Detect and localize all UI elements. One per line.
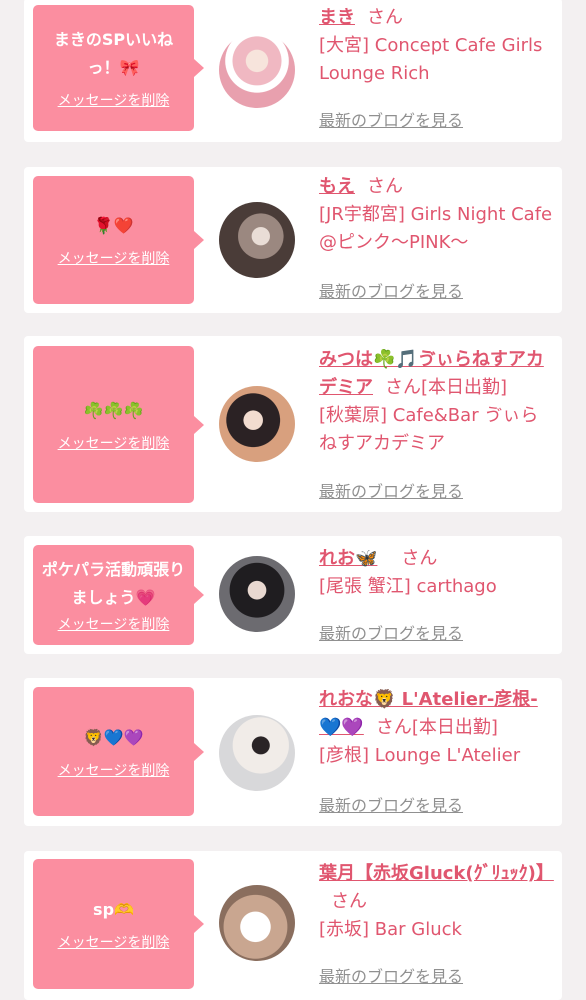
message-card: ポケパラ活動頑張りましょう💗 メッセージを削除 れお🦋 さん [尾張 蟹江] ca… — [24, 536, 562, 654]
shop-name: [尾張 蟹江] carthago — [319, 576, 497, 597]
shop-name: [秋葉原] Cafe&Bar ゔぃらねすアカデミア — [319, 405, 539, 454]
name-line: 葉月【赤坂Gluck(ｸﾞﾘｭｯｸ)】さん — [319, 860, 555, 916]
avatar[interactable] — [219, 202, 295, 278]
delete-message-link[interactable]: メッセージを削除 — [58, 616, 170, 634]
message-bubble: ポケパラ活動頑張りましょう💗 メッセージを削除 — [33, 545, 204, 645]
message-card: ☘️☘️☘️ メッセージを削除 みつは☘️🎵ゔぃらねすアカデミア さん[本日出勤]… — [24, 336, 562, 512]
profile-info: まき さん [大宮] Concept Cafe Girls Lounge Rich — [319, 4, 555, 88]
message-text: まきのSPいいね っ！🎀 — [53, 30, 174, 77]
name-line: もえ さん — [319, 173, 555, 201]
message-bubble: まきのSPいいね っ！🎀 メッセージを削除 — [33, 5, 204, 131]
avatar[interactable] — [219, 556, 295, 632]
message-text: ☘️☘️☘️ — [83, 400, 144, 420]
message-card: sp🫶 メッセージを削除 葉月【赤坂Gluck(ｸﾞﾘｭｯｸ)】さん [赤坂] … — [24, 851, 562, 1000]
latest-blog-link[interactable]: 最新のブログを見る — [319, 278, 463, 302]
avatar[interactable] — [219, 885, 295, 961]
cast-name-link[interactable]: れお🦋 — [319, 548, 377, 569]
cast-name-link[interactable]: 葉月【赤坂Gluck(ｸﾞﾘｭｯｸ)】 — [319, 863, 554, 884]
shop-name: [JR宇都宮] Girls Night Cafe @ピンク〜PINK〜 — [319, 204, 553, 253]
latest-blog-link[interactable]: 最新のブログを見る — [319, 620, 463, 644]
shop-name: [赤坂] Bar Gluck — [319, 919, 462, 940]
delete-message-link[interactable]: メッセージを削除 — [58, 435, 170, 453]
message-text: 🦁💙💜 — [83, 727, 144, 747]
honorific: さん[本日出勤] — [375, 717, 498, 738]
profile-info: れおな🦁 L'Atelier-彦根-💙💜 さん[本日出勤] [彦根] Lounge… — [319, 686, 555, 770]
delete-message-link[interactable]: メッセージを削除 — [58, 92, 170, 110]
delete-message-link[interactable]: メッセージを削除 — [58, 934, 170, 952]
avatar[interactable] — [219, 32, 295, 108]
message-text: sp🫶 — [93, 900, 134, 919]
latest-blog-link[interactable]: 最新のブログを見る — [319, 107, 463, 131]
cast-name-link[interactable]: もえ — [319, 176, 355, 197]
profile-info: 葉月【赤坂Gluck(ｸﾞﾘｭｯｸ)】さん [赤坂] Bar Gluck — [319, 860, 555, 944]
message-bubble: ☘️☘️☘️ メッセージを削除 — [33, 346, 204, 503]
profile-info: れお🦋 さん [尾張 蟹江] carthago — [319, 545, 555, 601]
honorific: さん[本日出勤] — [385, 377, 508, 398]
message-text: 🌹❤️ — [93, 216, 134, 235]
shop-name: [大宮] Concept Cafe Girls Lounge Rich — [319, 35, 543, 84]
profile-info: みつは☘️🎵ゔぃらねすアカデミア さん[本日出勤] [秋葉原] Cafe&Bar … — [319, 346, 555, 458]
honorific: さん — [367, 176, 403, 197]
name-line: れお🦋 さん — [319, 545, 555, 573]
message-text: ポケパラ活動頑張りましょう💗 — [41, 560, 186, 607]
profile-info: もえ さん [JR宇都宮] Girls Night Cafe @ピンク〜PINK〜 — [319, 173, 555, 257]
delete-message-link[interactable]: メッセージを削除 — [58, 250, 170, 268]
message-card: 🌹❤️ メッセージを削除 もえ さん [JR宇都宮] Girls Night Ca… — [24, 167, 562, 313]
honorific: さん — [401, 548, 438, 569]
delete-message-link[interactable]: メッセージを削除 — [58, 762, 170, 780]
name-line: みつは☘️🎵ゔぃらねすアカデミア さん[本日出勤] — [319, 346, 555, 402]
latest-blog-link[interactable]: 最新のブログを見る — [319, 963, 463, 987]
honorific: さん — [367, 7, 403, 28]
latest-blog-link[interactable]: 最新のブログを見る — [319, 478, 463, 502]
message-bubble: 🌹❤️ メッセージを削除 — [33, 176, 204, 304]
message-card: まきのSPいいね っ！🎀 メッセージを削除 まき さん [大宮] Concept … — [24, 0, 562, 142]
message-card: 🦁💙💜 メッセージを削除 れおな🦁 L'Atelier-彦根-💙💜 さん[本日出勤… — [24, 678, 562, 826]
name-line: まき さん — [319, 4, 555, 32]
message-bubble: sp🫶 メッセージを削除 — [33, 859, 204, 989]
avatar[interactable] — [219, 386, 295, 462]
shop-name: [彦根] Lounge L'Atelier — [319, 745, 521, 766]
avatar[interactable] — [219, 715, 295, 791]
message-bubble: 🦁💙💜 メッセージを削除 — [33, 687, 204, 816]
cast-name-link[interactable]: まき — [319, 7, 355, 28]
name-line: れおな🦁 L'Atelier-彦根-💙💜 さん[本日出勤] — [319, 686, 555, 742]
honorific: さん — [331, 891, 367, 912]
latest-blog-link[interactable]: 最新のブログを見る — [319, 792, 463, 816]
